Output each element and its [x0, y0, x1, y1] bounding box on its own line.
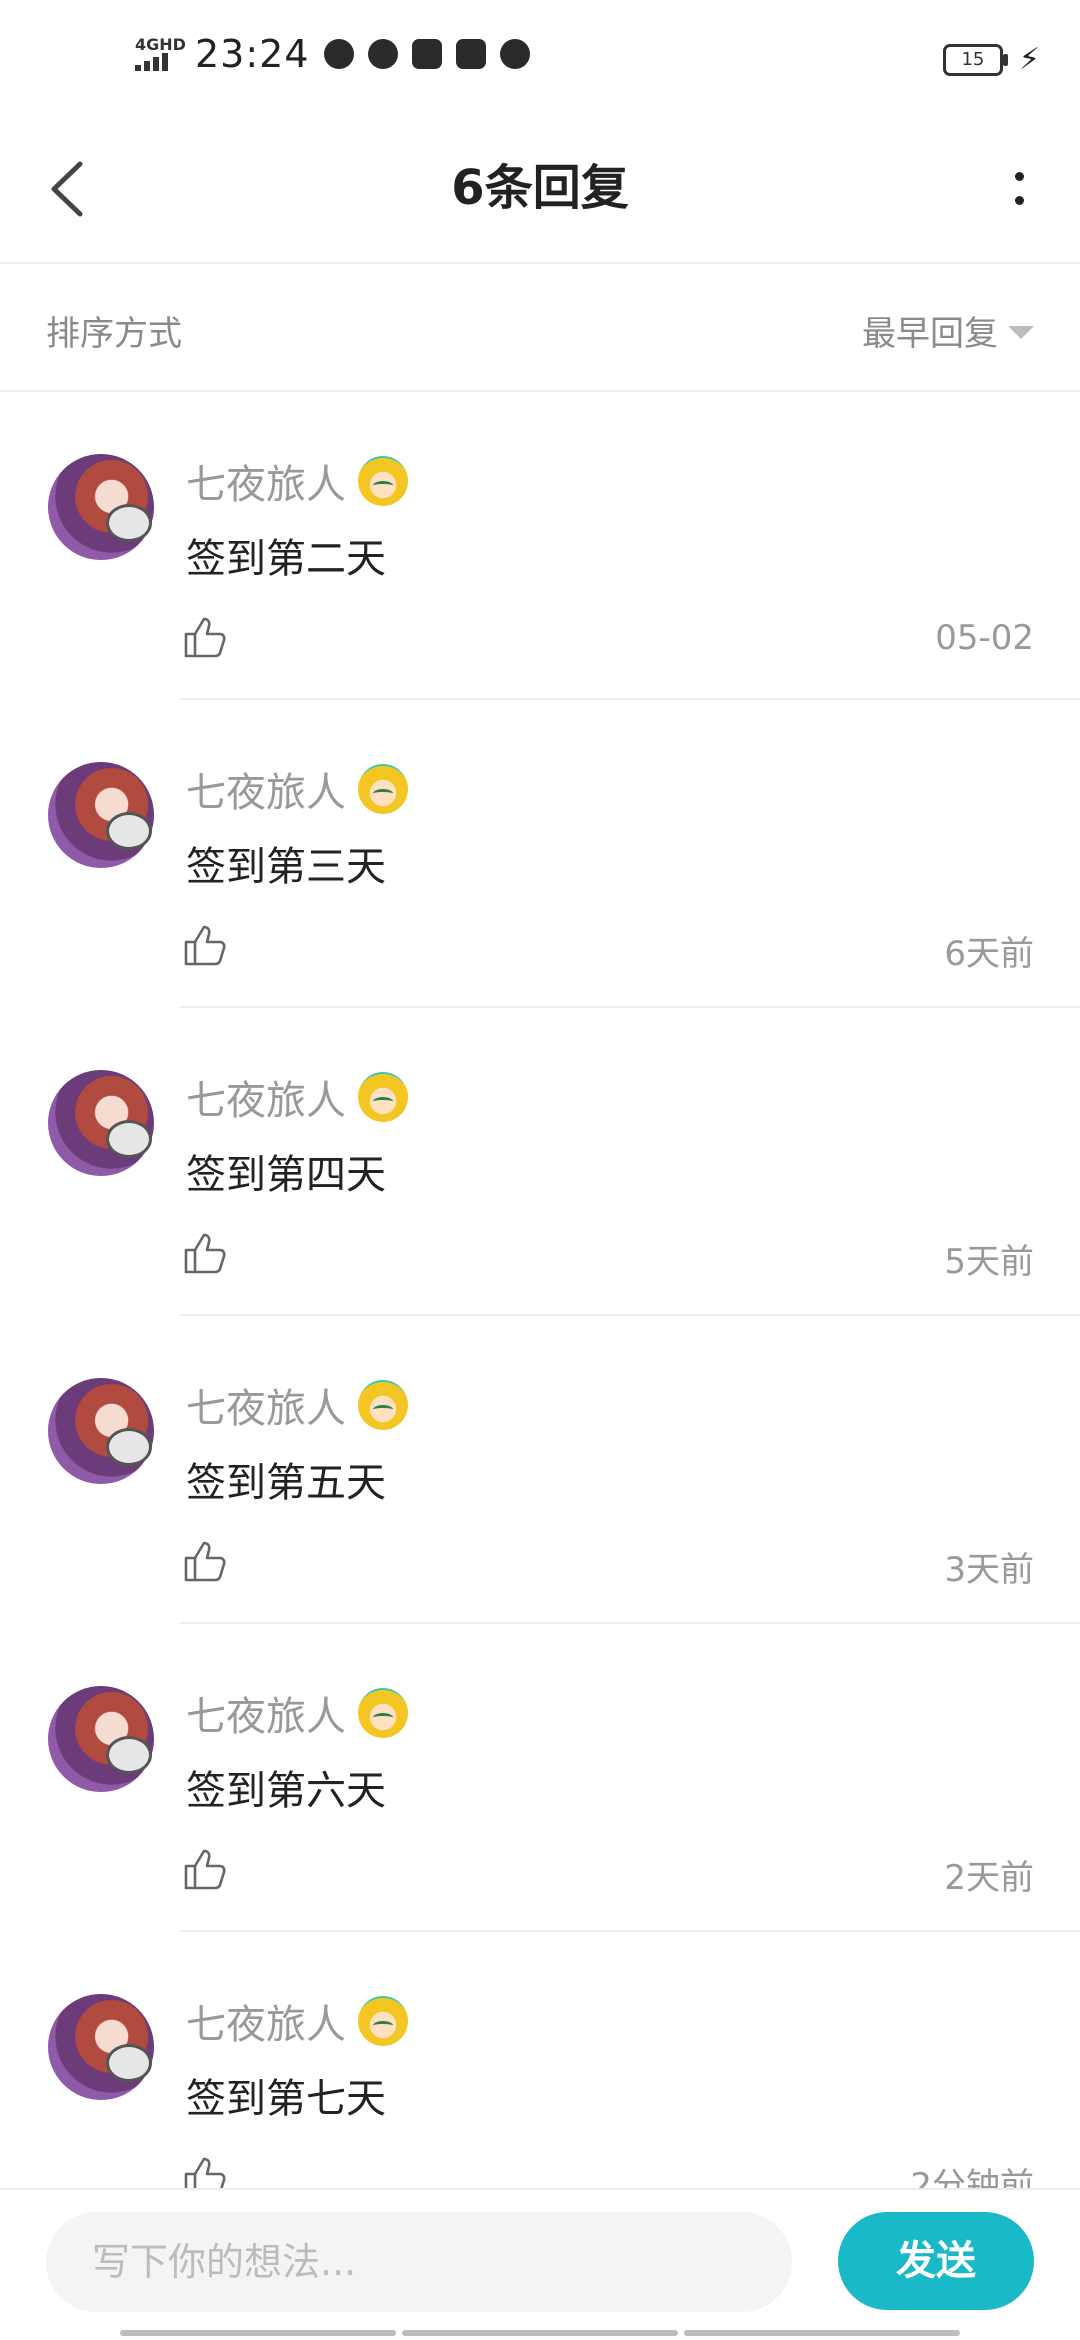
like-button[interactable]: [182, 922, 228, 968]
charging-icon: ⚡: [1018, 42, 1040, 77]
top-nav-bar: 6条回复: [0, 120, 1080, 264]
user-badge-icon: [358, 764, 408, 814]
reply-item[interactable]: 七夜旅人 签到第六天 2天前: [0, 1624, 1080, 1932]
user-badge-icon: [358, 1996, 408, 2046]
qq-icon: [323, 39, 354, 69]
reply-content: 签到第三天: [186, 844, 386, 890]
comment-composer: 发送: [0, 2188, 1080, 2340]
reply-content: 签到第四天: [186, 1152, 386, 1198]
reply-time: 5天前: [944, 1242, 1034, 1282]
status-time: 23:24: [195, 32, 310, 76]
battery-level: 15: [961, 48, 985, 70]
reply-item[interactable]: 七夜旅人 签到第三天 6天前: [0, 700, 1080, 1008]
avatar[interactable]: [48, 762, 154, 868]
avatar[interactable]: [48, 1686, 154, 1792]
like-button[interactable]: [182, 614, 228, 660]
thumbs-up-icon: [184, 1233, 226, 1274]
username[interactable]: 七夜旅人: [186, 1068, 346, 1126]
send-button[interactable]: 发送: [838, 2212, 1034, 2310]
battery-icon: 15: [942, 43, 1008, 76]
username[interactable]: 七夜旅人: [186, 1992, 346, 2050]
avatar[interactable]: [48, 1378, 154, 1484]
thumbs-up-icon: [184, 925, 226, 966]
username[interactable]: 七夜旅人: [186, 760, 346, 818]
reply-content: 签到第二天: [186, 536, 386, 582]
username[interactable]: 七夜旅人: [186, 1684, 346, 1742]
reply-time: 05-02: [935, 618, 1034, 658]
reply-time: 6天前: [944, 934, 1034, 974]
gesture-bar: [120, 2330, 960, 2336]
network-type: 4GHD: [135, 35, 186, 54]
caret-down-icon: [1008, 326, 1034, 339]
more-options-button[interactable]: [1000, 156, 1040, 226]
reply-item[interactable]: 七夜旅人 签到第二天 05-02: [0, 392, 1080, 700]
page-title: 6条回复: [451, 160, 629, 216]
username[interactable]: 七夜旅人: [186, 452, 346, 510]
like-button[interactable]: [182, 1538, 228, 1584]
sort-bar: 排序方式 最早回复: [0, 264, 1080, 392]
reply-time: 3天前: [944, 1550, 1034, 1590]
reply-list: 七夜旅人 签到第二天 05-02 七夜旅人 签到第三天 6天前 七夜旅人 签到第…: [0, 392, 1080, 2240]
reply-content: 签到第五天: [186, 1460, 386, 1506]
user-badge-icon: [358, 456, 408, 506]
like-button[interactable]: [182, 1230, 228, 1276]
signal-icon: 4GHD: [135, 35, 186, 71]
data-warning-icon: [455, 39, 486, 69]
user-badge-icon: [358, 1380, 408, 1430]
user-badge-icon: [358, 1688, 408, 1738]
reply-item[interactable]: 七夜旅人 签到第四天 5天前: [0, 1008, 1080, 1316]
thumbs-up-icon: [184, 617, 226, 658]
sort-dropdown[interactable]: 最早回复: [862, 306, 1034, 355]
username[interactable]: 七夜旅人: [186, 1376, 346, 1434]
avatar[interactable]: [48, 454, 154, 560]
sort-value: 最早回复: [862, 314, 998, 354]
thumbs-up-icon: [184, 1541, 226, 1582]
reply-content: 签到第七天: [186, 2076, 386, 2122]
thumbs-up-icon: [184, 1849, 226, 1890]
mail-icon: [411, 39, 442, 69]
reply-item[interactable]: 七夜旅人 签到第五天 3天前: [0, 1316, 1080, 1624]
user-badge-icon: [358, 1072, 408, 1122]
avatar[interactable]: [48, 1070, 154, 1176]
comment-input[interactable]: [46, 2212, 792, 2312]
speed-icon: [499, 39, 530, 69]
reply-time: 2天前: [944, 1858, 1034, 1898]
sort-label: 排序方式: [46, 314, 182, 354]
avatar[interactable]: [48, 1994, 154, 2100]
like-button[interactable]: [182, 1846, 228, 1892]
reply-content: 签到第六天: [186, 1768, 386, 1814]
status-bar: 4GHD 23:24 15 ⚡: [0, 0, 1080, 120]
qq-icon: [367, 39, 398, 69]
